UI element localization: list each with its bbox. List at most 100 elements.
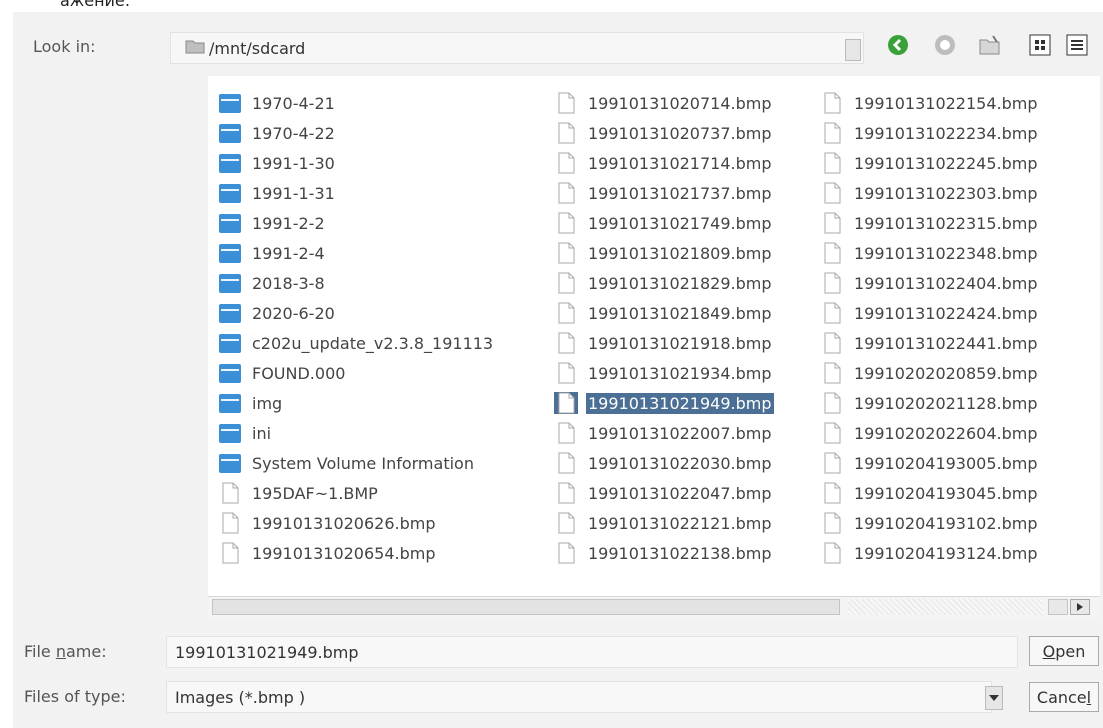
file-item[interactable]: 19910131021829.bmp (554, 268, 774, 298)
folder-item[interactable]: FOUND.000 (218, 358, 495, 388)
file-item[interactable]: 19910202020859.bmp (820, 358, 1040, 388)
file-item[interactable]: 19910131021949.bmp (554, 388, 774, 418)
folder-icon (218, 332, 242, 354)
item-name: 19910131021809.bmp (588, 243, 772, 263)
file-item[interactable]: 19910131021737.bmp (554, 178, 774, 208)
item-name: 19910202020859.bmp (854, 363, 1038, 383)
folder-icon (218, 212, 242, 234)
file-item[interactable]: 19910131021918.bmp (554, 328, 774, 358)
folder-icon (218, 362, 242, 384)
back-icon[interactable] (885, 32, 911, 58)
item-name: img (252, 393, 283, 413)
detail-view-icon[interactable] (1064, 32, 1090, 58)
file-icon (820, 422, 844, 444)
file-item[interactable]: 19910131020714.bmp (554, 88, 774, 118)
files-of-type-select[interactable]: Images (*.bmp ) (166, 681, 992, 713)
folder-item[interactable]: 1991-2-2 (218, 208, 495, 238)
file-item[interactable]: 19910131022315.bmp (820, 208, 1040, 238)
file-item[interactable]: 19910131021934.bmp (554, 358, 774, 388)
file-icon (820, 182, 844, 204)
folder-item[interactable]: 1970-4-22 (218, 118, 495, 148)
file-item[interactable]: 19910131022348.bmp (820, 238, 1040, 268)
file-list[interactable]: 1970-4-21 1970-4-22 1991-1-30 1991-1-31 1991… (208, 76, 1100, 596)
folder-item[interactable]: 1991-1-30 (218, 148, 495, 178)
look-in-path: /mnt/sdcard (209, 38, 306, 58)
file-item[interactable]: 19910131022441.bmp (820, 328, 1040, 358)
horizontal-scrollbar[interactable] (208, 596, 1100, 619)
file-item[interactable]: 19910131022303.bmp (820, 178, 1040, 208)
files-of-type-dropdown-arrow[interactable] (985, 686, 1003, 710)
file-item[interactable]: 19910131021849.bmp (554, 298, 774, 328)
folder-icon (218, 122, 242, 144)
item-name: 19910131022404.bmp (854, 273, 1038, 293)
folder-item[interactable]: 2018-3-8 (218, 268, 495, 298)
file-name-input[interactable]: 19910131021949.bmp (166, 636, 1018, 668)
folder-item[interactable]: c202u_update_v2.3.8_191113 (218, 328, 495, 358)
file-icon (820, 302, 844, 324)
item-name: 195DAF~1.BMP (252, 483, 378, 503)
file-item[interactable]: 19910131021714.bmp (554, 148, 774, 178)
folder-item[interactable]: System Volume Information (218, 448, 495, 478)
file-item[interactable]: 19910131022154.bmp (820, 88, 1040, 118)
file-item[interactable]: 19910204193045.bmp (820, 478, 1040, 508)
file-item[interactable]: 19910202021128.bmp (820, 388, 1040, 418)
file-item[interactable]: 19910131022138.bmp (554, 538, 774, 568)
file-icon (554, 272, 578, 294)
file-icon (820, 452, 844, 474)
file-item[interactable]: 19910131022121.bmp (554, 508, 774, 538)
file-item[interactable]: 19910131021749.bmp (554, 208, 774, 238)
file-item[interactable]: 19910131022234.bmp (820, 118, 1040, 148)
list-view-icon[interactable] (1027, 32, 1053, 58)
look-in-label: Look in: (33, 37, 96, 56)
folder-item[interactable]: ini (218, 418, 495, 448)
scrollbar-thumb[interactable] (212, 599, 840, 615)
scroll-left-button[interactable] (1048, 599, 1068, 615)
file-item[interactable]: 19910204193102.bmp (820, 508, 1040, 538)
file-icon (554, 422, 578, 444)
item-name: 19910131020714.bmp (588, 93, 772, 113)
file-item[interactable]: 19910131021809.bmp (554, 238, 774, 268)
folder-icon (218, 182, 242, 204)
folder-item[interactable]: 1970-4-21 (218, 88, 495, 118)
folder-item[interactable]: 1991-2-4 (218, 238, 495, 268)
forward-icon[interactable] (932, 32, 958, 58)
item-name: 1991-2-2 (252, 213, 325, 233)
scrollbar-track[interactable] (848, 599, 1043, 615)
file-item[interactable]: 19910131022007.bmp (554, 418, 774, 448)
folder-item[interactable]: img (218, 388, 495, 418)
item-name: 19910131022424.bmp (854, 303, 1038, 323)
item-name: 19910202022604.bmp (854, 423, 1038, 443)
file-item[interactable]: 19910131022404.bmp (820, 268, 1040, 298)
file-item[interactable]: 19910204193124.bmp (820, 538, 1040, 568)
file-item[interactable]: 19910204193005.bmp (820, 448, 1040, 478)
scroll-right-button[interactable] (1070, 599, 1090, 615)
file-icon (820, 332, 844, 354)
file-item[interactable]: 19910202022604.bmp (820, 418, 1040, 448)
folder-icon (218, 422, 242, 444)
item-name: 19910202021128.bmp (854, 393, 1038, 413)
item-name: 19910131022441.bmp (854, 333, 1038, 353)
folder-icon (218, 452, 242, 474)
folder-icon (218, 302, 242, 324)
file-icon (554, 392, 578, 414)
item-name: 1970-4-22 (252, 123, 335, 143)
file-item[interactable]: 19910131020737.bmp (554, 118, 774, 148)
file-item[interactable]: 19910131022030.bmp (554, 448, 774, 478)
file-item[interactable]: 19910131020626.bmp (218, 508, 495, 538)
file-icon (554, 212, 578, 234)
file-item[interactable]: 19910131022245.bmp (820, 148, 1040, 178)
folder-icon (185, 38, 205, 58)
folder-item[interactable]: 1991-1-31 (218, 178, 495, 208)
file-item[interactable]: 19910131020654.bmp (218, 538, 495, 568)
item-name: 19910131022030.bmp (588, 453, 772, 473)
file-item[interactable]: 195DAF~1.BMP (218, 478, 495, 508)
look-in-dropdown-arrow[interactable] (845, 39, 861, 61)
file-item[interactable]: 19910131022047.bmp (554, 478, 774, 508)
file-item[interactable]: 19910131022424.bmp (820, 298, 1040, 328)
new-folder-icon[interactable] (977, 32, 1003, 58)
folder-icon (218, 272, 242, 294)
cancel-button[interactable]: Cance l (1029, 682, 1099, 712)
open-button[interactable]: Open (1029, 636, 1099, 666)
look-in-combo[interactable]: /mnt/sdcard (170, 32, 864, 64)
folder-item[interactable]: 2020-6-20 (218, 298, 495, 328)
